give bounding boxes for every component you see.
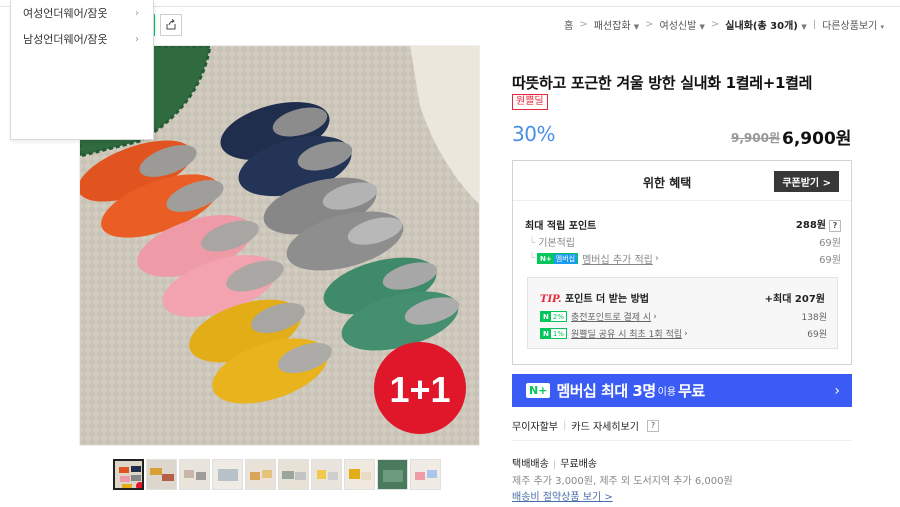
shipping-fee: 무료배송 — [560, 459, 597, 470]
max-points-value: 288원 — [795, 220, 826, 231]
card-details-link[interactable]: 카드 자세히보기 — [571, 418, 639, 433]
thumbnail-9[interactable] — [377, 459, 408, 490]
max-points-row: 최대 적립 포인트 288원? — [525, 216, 841, 232]
breadcrumb-home[interactable]: 홈 — [564, 17, 573, 32]
tip-row-charge: N 2% 충전포인트로 결제 시 › 138원 — [540, 310, 827, 323]
caret-down-icon: ▾ — [880, 23, 884, 31]
chevron-right-icon: › — [684, 328, 688, 339]
breadcrumb-women-shoes[interactable]: 여성신발 ▼ — [660, 17, 705, 32]
discount-rate: 30% — [512, 122, 555, 146]
separator: | — [552, 459, 557, 470]
help-icon[interactable]: ? — [646, 419, 659, 432]
breadcrumb-separator: | — [812, 19, 817, 30]
thumbnail-2[interactable] — [146, 459, 177, 490]
thumbnail-6[interactable] — [278, 459, 309, 490]
shipping-extra: 제주 추가 3,000원, 제주 외 도서지역 추가 6,000원 — [512, 476, 733, 487]
member-points-row: └ N+ 멤버십 멤버십 추가 적립 › 69원 — [525, 251, 841, 266]
dropdown-item-men-underwear[interactable]: 남성언더웨어/잠옷 › — [11, 26, 153, 52]
section-divider — [512, 440, 852, 441]
banner-text-small: 이용 — [657, 387, 677, 398]
tip-row-value: 138원 — [801, 313, 827, 323]
max-points-value-wrap: 288원? — [796, 216, 841, 232]
shipping-type-row: 택배배송 | 무료배송 — [512, 455, 597, 470]
caret-down-icon: ▼ — [633, 23, 640, 31]
chevron-right-icon: › — [834, 382, 840, 399]
sale-price: 6,900원 — [782, 129, 852, 149]
tip-title: TIP. 포인트 더 받는 방법 — [540, 294, 649, 305]
tip-box: TIP. 포인트 더 받는 방법 +최대 207원 N 2% 충전포인트로 결제 … — [527, 277, 838, 349]
tip-row-share: N 1% 원쁠딜 공유 시 최초 1회 적립 › 69원 — [540, 327, 827, 340]
installment-label: 무이자할부 — [512, 422, 558, 433]
share-icon — [166, 19, 176, 30]
thumbnail-10[interactable] — [410, 459, 441, 490]
max-points-label: 최대 적립 포인트 — [525, 220, 597, 232]
shipping-type: 택배배송 — [512, 459, 549, 470]
dropdown-item-label: 여성언더웨어/잠옷 — [23, 7, 108, 20]
tip-share-link[interactable]: 원쁠딜 공유 시 최초 1회 적립 — [571, 327, 682, 340]
thumbnail-7[interactable] — [311, 459, 342, 490]
share-button[interactable] — [160, 14, 182, 36]
tip-row-value: 69원 — [807, 330, 827, 340]
category-dropdown: 여성언더웨어/잠옷 › 남성언더웨어/잠옷 › — [10, 0, 154, 140]
breadcrumb-separator: > — [579, 19, 588, 30]
thumbnail-3[interactable] — [179, 459, 210, 490]
membership-banner[interactable]: N+ 멤버십 최대 3명 이용 무료 › — [512, 374, 852, 407]
chevron-right-icon: › — [654, 253, 659, 264]
thumbnail-5[interactable] — [245, 459, 276, 490]
separator: | — [563, 420, 567, 431]
member-points-link[interactable]: 멤버십 추가 적립 — [582, 251, 653, 266]
member-points-value: 69원 — [819, 255, 841, 266]
original-price: 9,900원 — [731, 131, 780, 145]
basic-points-row: └ 기본적립 69원 — [525, 234, 841, 249]
breadcrumb-slippers[interactable]: 실내화(총 30개) ▼ — [725, 17, 806, 32]
nplus-badge: N+ — [526, 383, 551, 398]
breadcrumb-separator: > — [645, 19, 654, 30]
benefit-header: 위한 혜택 쿠폰받기 > — [513, 161, 851, 201]
n-pct-badge: N 2% — [540, 311, 567, 322]
benefit-box: 위한 혜택 쿠폰받기 > 최대 적립 포인트 288원? └ 기본적립 69원 … — [512, 160, 852, 365]
dropdown-item-women-underwear[interactable]: 여성언더웨어/잠옷 › — [11, 0, 153, 26]
tip-row-label-wrap: N 1% 원쁠딜 공유 시 최초 1회 적립 › — [540, 327, 688, 340]
product-title: 따뜻하고 포근한 겨울 방한 실내화 1켤레+1켤레 — [512, 74, 813, 92]
tree-branch-icon: └ — [529, 238, 539, 249]
chevron-right-icon: › — [135, 7, 139, 19]
basic-points-value: 69원 — [819, 238, 841, 249]
thumbnail-strip — [113, 459, 441, 490]
tip-charge-link[interactable]: 충전포인트로 결제 시 — [571, 310, 651, 323]
dropdown-item-label: 남성언더웨어/잠옷 — [23, 33, 108, 46]
tree-branch-icon: └ — [529, 253, 536, 264]
thumbnail-1[interactable] — [113, 459, 144, 490]
tip-row-label-wrap: N 2% 충전포인트로 결제 시 › — [540, 310, 657, 323]
membership-badge: N+ 멤버십 — [537, 253, 579, 264]
benefit-title: 위한 혜택 — [643, 176, 692, 190]
tip-max-points: +최대 207원 — [764, 294, 825, 305]
caret-down-icon: ▼ — [801, 23, 807, 31]
banner-text-main: 멤버십 최대 3명 — [556, 382, 656, 400]
help-icon[interactable]: ? — [829, 220, 841, 232]
basic-points-label: └ 기본적립 — [529, 238, 576, 249]
chevron-right-icon: › — [135, 33, 139, 45]
thumbnail-8[interactable] — [344, 459, 375, 490]
breadcrumb: 홈 > 패션잡화 ▼ > 여성신발 ▼ > 실내화(총 30개) ▼ | 다른상… — [564, 17, 884, 32]
other-products-link[interactable]: 다른상품보기 ▾ — [822, 17, 884, 32]
breadcrumb-fashion[interactable]: 패션잡화 ▼ — [594, 17, 639, 32]
n-pct-badge: N 1% — [540, 328, 567, 339]
chevron-right-icon: › — [653, 311, 657, 322]
member-points-label-wrap: └ N+ 멤버십 멤버십 추가 적립 › — [525, 251, 659, 266]
installment-row: 무이자할부 | 카드 자세히보기 ? — [512, 418, 659, 433]
banner-text-free: 무료 — [678, 382, 705, 400]
image-1plus1-label: 1+1 — [389, 369, 450, 410]
caret-down-icon: ▼ — [699, 23, 705, 31]
coupon-button[interactable]: 쿠폰받기 > — [774, 171, 839, 192]
breadcrumb-separator: > — [710, 19, 720, 30]
shipping-saving-link[interactable]: 배송비 절약상품 보기 > — [512, 488, 613, 503]
thumbnail-4[interactable] — [212, 459, 243, 490]
deal-badge: 원쁠딜 — [512, 94, 548, 110]
